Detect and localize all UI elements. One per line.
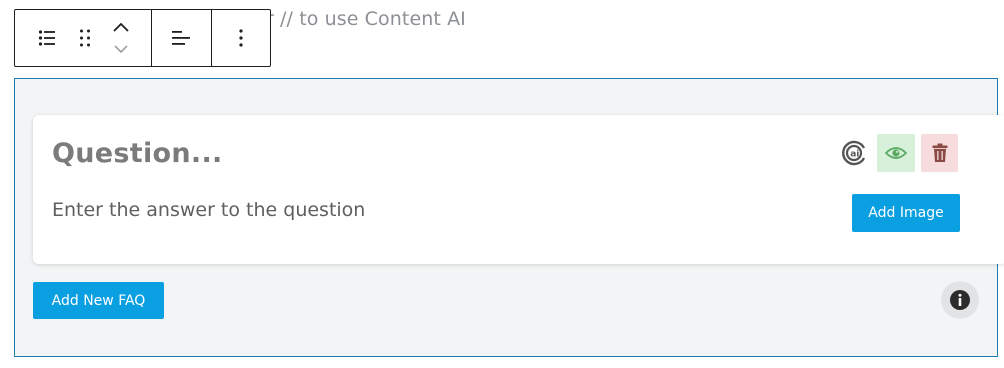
trash-icon — [932, 143, 947, 162]
block-type-button[interactable] — [32, 18, 62, 58]
chevron-down-icon — [114, 45, 128, 54]
editor-placeholder-hint: r // to use Content AI — [266, 8, 466, 30]
faq-item-actions: ai — [839, 134, 958, 172]
chevron-up-icon — [113, 22, 129, 32]
info-button[interactable] — [941, 281, 979, 319]
faq-block: Question... Enter the answer to the ques… — [14, 78, 1004, 357]
content-ai-icon: ai — [842, 140, 866, 166]
info-icon — [950, 290, 970, 310]
drag-handle-icon — [80, 29, 90, 47]
faq-item-card: Question... Enter the answer to the ques… — [33, 115, 1004, 264]
align-left-icon — [172, 31, 191, 45]
more-options-icon — [239, 29, 243, 47]
move-up-button[interactable] — [108, 16, 134, 38]
move-down-button[interactable] — [108, 38, 134, 60]
faq-question-input[interactable]: Question... — [52, 138, 223, 169]
faq-answer-input[interactable]: Enter the answer to the question — [52, 199, 365, 221]
delete-faq-button[interactable] — [921, 134, 958, 172]
toolbar-group-align — [150, 10, 212, 66]
align-button[interactable] — [170, 27, 192, 49]
add-image-button[interactable]: Add Image — [852, 194, 960, 232]
block-mover — [108, 16, 134, 60]
content-ai-button[interactable]: ai — [839, 138, 869, 168]
block-toolbar — [14, 9, 271, 67]
toolbar-group-block — [15, 10, 151, 66]
preview-toggle-button[interactable] — [877, 134, 915, 172]
toolbar-group-options — [211, 10, 270, 66]
options-button[interactable] — [238, 28, 244, 48]
svg-text:ai: ai — [850, 150, 859, 160]
drag-button[interactable] — [70, 18, 100, 58]
add-new-faq-button[interactable]: Add New FAQ — [33, 282, 164, 319]
eye-icon — [885, 147, 907, 159]
list-icon — [38, 30, 55, 46]
